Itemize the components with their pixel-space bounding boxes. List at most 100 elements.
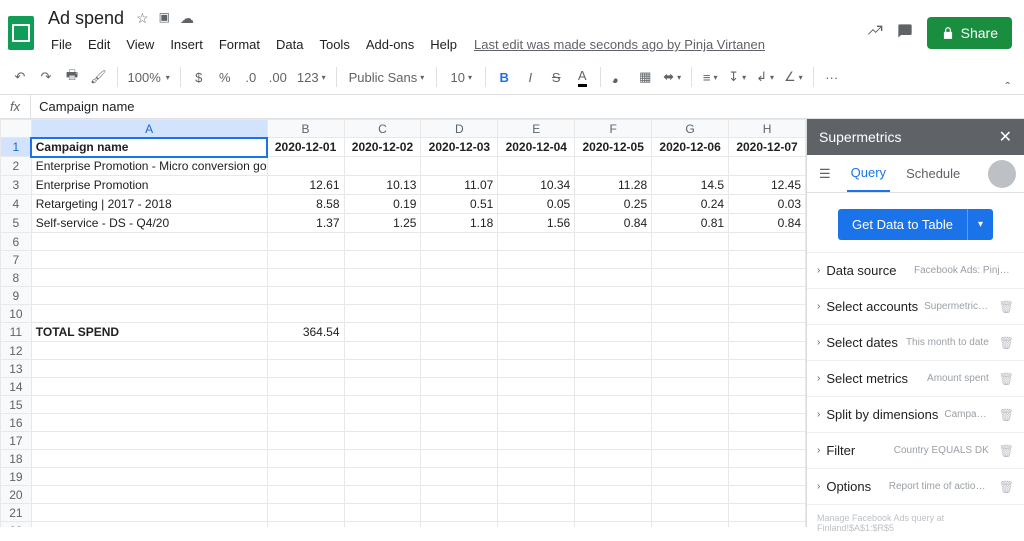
cell[interactable] (498, 450, 575, 468)
redo-button[interactable]: ↷ (34, 64, 58, 90)
menu-tools[interactable]: Tools (312, 33, 356, 56)
cell[interactable] (344, 468, 421, 486)
cell[interactable]: 2020-12-02 (344, 138, 421, 157)
cell[interactable]: TOTAL SPEND (31, 323, 267, 342)
row-header[interactable]: 9 (1, 287, 32, 305)
cell[interactable] (267, 251, 344, 269)
cell[interactable] (652, 450, 729, 468)
tab-schedule[interactable]: Schedule (902, 156, 964, 191)
row-header[interactable]: 15 (1, 396, 32, 414)
cell[interactable] (344, 157, 421, 176)
panel-section[interactable]: ›FilterCountry EQUALS DK🗑 (807, 432, 1024, 468)
cell[interactable] (31, 305, 267, 323)
panel-section[interactable]: ›Split by dimensionsCampaign name vs. Da… (807, 396, 1024, 432)
cell[interactable] (498, 468, 575, 486)
row-header[interactable]: 6 (1, 233, 32, 251)
more-button[interactable]: ··· (820, 64, 844, 90)
cell[interactable]: 0.03 (729, 195, 806, 214)
get-data-button[interactable]: Get Data to Table (838, 209, 967, 240)
cell[interactable] (421, 504, 498, 522)
cell[interactable] (344, 342, 421, 360)
cell[interactable]: 0.24 (652, 195, 729, 214)
cell[interactable] (421, 468, 498, 486)
row-header[interactable]: 11 (1, 323, 32, 342)
trash-icon[interactable]: 🗑 (999, 408, 1014, 422)
cell[interactable] (652, 432, 729, 450)
row-header[interactable]: 10 (1, 305, 32, 323)
cell[interactable]: 2020-12-04 (498, 138, 575, 157)
menu-edit[interactable]: Edit (81, 33, 117, 56)
text-color-button[interactable]: A (570, 64, 594, 90)
cell[interactable] (267, 504, 344, 522)
cell[interactable]: 10.13 (344, 176, 421, 195)
trash-icon[interactable]: 🗑 (999, 444, 1014, 458)
undo-button[interactable]: ↶ (8, 64, 32, 90)
print-button[interactable]: 🖶 (60, 64, 84, 90)
cell[interactable] (498, 157, 575, 176)
cell[interactable] (575, 323, 652, 342)
cell[interactable] (267, 287, 344, 305)
menu-insert[interactable]: Insert (163, 33, 210, 56)
cell[interactable] (421, 157, 498, 176)
cell[interactable] (421, 251, 498, 269)
cell[interactable] (498, 522, 575, 528)
cell[interactable] (729, 396, 806, 414)
cell[interactable] (31, 486, 267, 504)
menu-help[interactable]: Help (423, 33, 464, 56)
dec-increase-button[interactable]: .00 (265, 64, 291, 90)
cell[interactable]: Enterprise Promotion (31, 176, 267, 195)
cell[interactable] (267, 468, 344, 486)
cell[interactable] (652, 305, 729, 323)
cell[interactable]: 0.84 (729, 214, 806, 233)
cell[interactable] (729, 305, 806, 323)
trash-icon[interactable]: 🗑 (999, 336, 1014, 350)
cell[interactable] (575, 233, 652, 251)
cell[interactable] (31, 504, 267, 522)
cell[interactable] (652, 378, 729, 396)
cell[interactable] (729, 378, 806, 396)
col-header-a[interactable]: A (31, 120, 267, 138)
get-data-dropdown[interactable]: ▾ (967, 209, 993, 240)
cell[interactable] (575, 378, 652, 396)
share-button[interactable]: Share (927, 17, 1012, 49)
cell[interactable]: Campaign name (31, 138, 267, 157)
cell[interactable] (498, 233, 575, 251)
cell[interactable] (267, 396, 344, 414)
cell[interactable] (31, 287, 267, 305)
cell[interactable] (344, 486, 421, 504)
panel-menu-icon[interactable]: ☰ (815, 158, 835, 190)
cell[interactable] (344, 269, 421, 287)
cell[interactable] (575, 468, 652, 486)
cell[interactable] (344, 432, 421, 450)
cell[interactable] (575, 396, 652, 414)
cell[interactable] (729, 269, 806, 287)
collapse-toolbar-icon[interactable]: ˆ (1005, 79, 1010, 95)
cell[interactable] (31, 450, 267, 468)
row-header[interactable]: 18 (1, 450, 32, 468)
sheets-logo[interactable] (8, 16, 34, 50)
cell[interactable] (267, 157, 344, 176)
cell[interactable] (31, 414, 267, 432)
close-panel-icon[interactable]: ✕ (999, 127, 1012, 147)
cell[interactable] (267, 269, 344, 287)
valign-button[interactable]: ↧ (724, 64, 750, 90)
trash-icon[interactable]: 🗑 (999, 300, 1014, 314)
col-header-g[interactable]: G (652, 120, 729, 138)
cell[interactable] (31, 269, 267, 287)
cell[interactable] (729, 522, 806, 528)
cell[interactable] (267, 432, 344, 450)
last-edit-link[interactable]: Last edit was made seconds ago by Pinja … (466, 37, 765, 52)
cell[interactable] (652, 287, 729, 305)
col-header-b[interactable]: B (267, 120, 344, 138)
cell[interactable]: 12.61 (267, 176, 344, 195)
row-header[interactable]: 21 (1, 504, 32, 522)
rotate-button[interactable]: ∠ (780, 64, 807, 90)
menu-file[interactable]: File (44, 33, 79, 56)
cell[interactable] (421, 522, 498, 528)
cell[interactable] (498, 251, 575, 269)
cell[interactable]: 1.56 (498, 214, 575, 233)
italic-button[interactable]: I (518, 64, 542, 90)
cloud-icon[interactable]: ☁ (180, 10, 194, 27)
row-header[interactable]: 2 (1, 157, 32, 176)
formula-input[interactable]: Campaign name (31, 95, 1024, 118)
